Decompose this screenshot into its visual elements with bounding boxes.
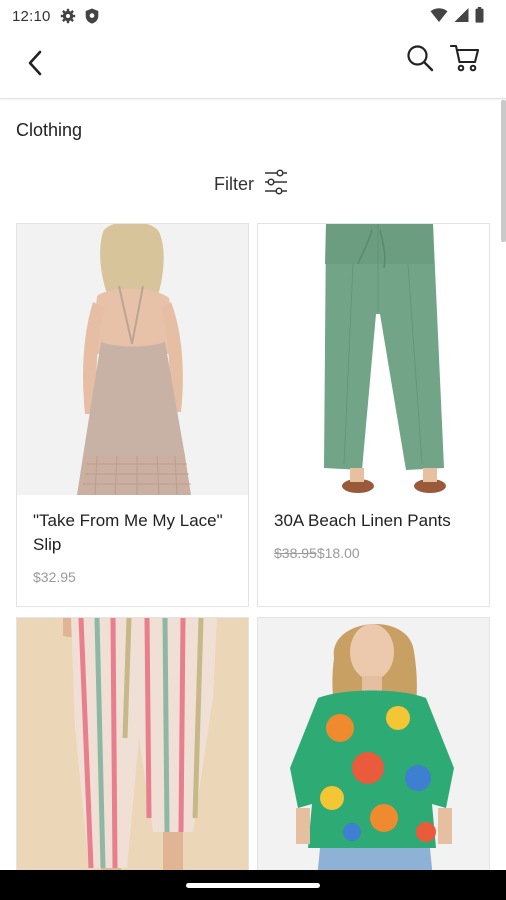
product-card[interactable] (16, 617, 249, 890)
product-price: $18.00 (316, 545, 360, 561)
product-info: "Take From Me My Lace" Slip $32.95 (17, 495, 248, 606)
battery-icon (475, 7, 484, 28)
shield-icon (83, 7, 101, 25)
filter-label: Filter (214, 173, 254, 194)
back-button[interactable] (20, 50, 50, 80)
scrollbar-thumb[interactable] (501, 100, 506, 242)
product-info: 30A Beach Linen Pants $38.95$18.00 (258, 495, 489, 606)
gear-icon (59, 7, 77, 25)
product-image[interactable] (17, 224, 248, 495)
wifi-icon (430, 7, 448, 28)
product-image[interactable] (17, 618, 248, 889)
search-button[interactable] (404, 44, 436, 76)
search-icon (406, 44, 434, 77)
product-card[interactable]: "Take From Me My Lace" Slip $32.95 (16, 223, 249, 607)
status-time: 12:10 (12, 7, 51, 25)
page-title: Clothing (16, 120, 83, 140)
signal-icon (454, 7, 469, 28)
product-card[interactable] (257, 617, 490, 890)
product-name[interactable]: 30A Beach Linen Pants (274, 509, 475, 533)
status-icons (430, 7, 484, 28)
product-price-row: $38.95$18.00 (274, 545, 475, 561)
product-name[interactable]: "Take From Me My Lace" Slip (33, 509, 234, 557)
product-old-price: $38.95 (274, 545, 317, 561)
product-image[interactable] (258, 618, 489, 889)
home-gesture-handle[interactable] (186, 883, 320, 888)
product-price-row: $32.95 (33, 569, 234, 585)
app-bar (0, 32, 506, 99)
system-navigation-bar (0, 870, 506, 900)
back-arrow-icon (27, 50, 43, 81)
cart-icon (449, 44, 480, 77)
sliders-icon (264, 168, 288, 200)
product-image[interactable] (258, 224, 489, 495)
product-card[interactable]: 30A Beach Linen Pants $38.95$18.00 (257, 223, 490, 607)
filter-button[interactable]: Filter (214, 168, 288, 200)
cart-button[interactable] (448, 44, 482, 76)
product-price: $32.95 (33, 569, 76, 585)
status-bar: 12:10 (0, 0, 506, 32)
